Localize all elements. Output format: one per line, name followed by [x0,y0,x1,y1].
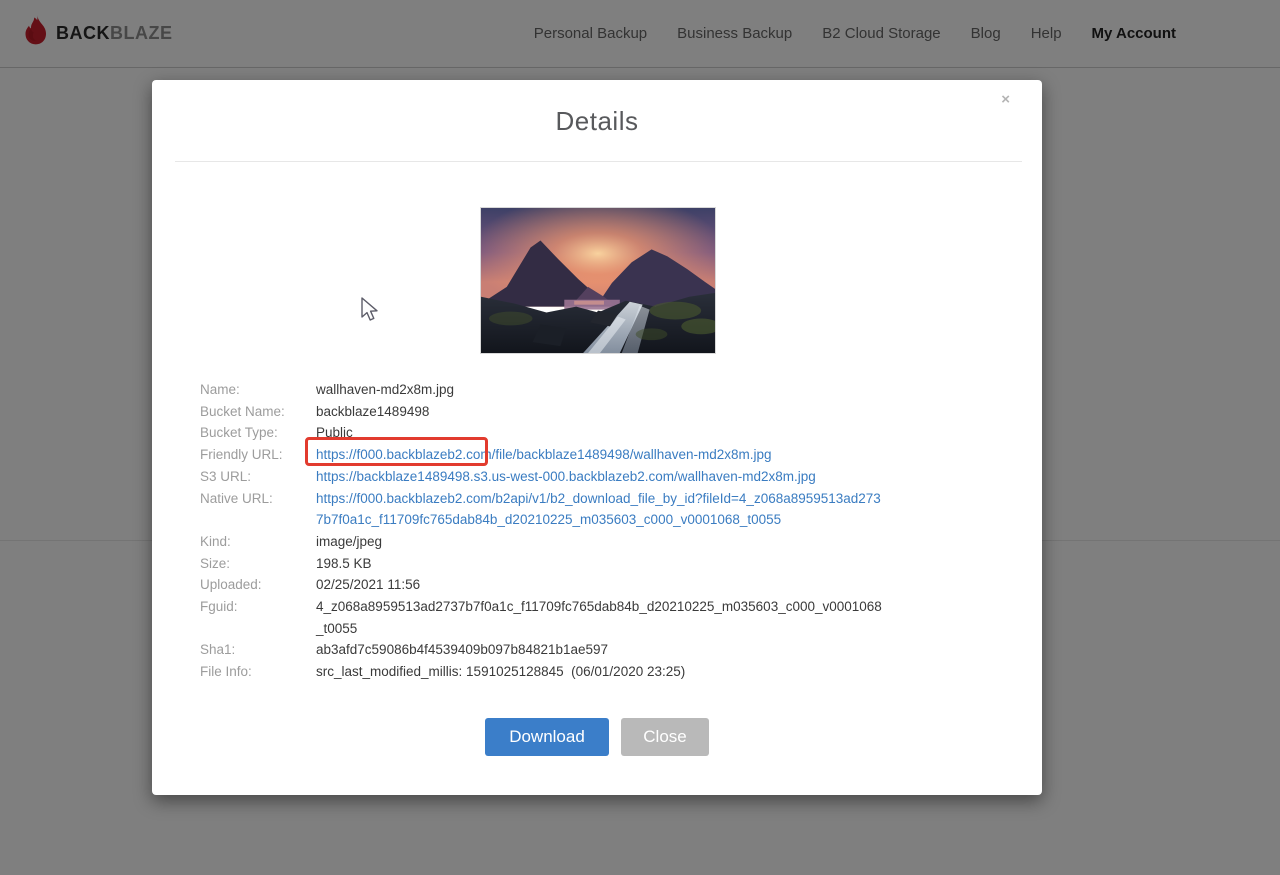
detail-value: Public [316,422,353,444]
file-details-list: Name:wallhaven-md2x8m.jpgBucket Name:bac… [200,379,1000,683]
detail-label: Sha1: [200,639,316,661]
detail-row: Fguid:4_z068a8959513ad2737b7f0a1c_f11709… [200,596,1000,639]
detail-value: https://backblaze1489498.s3.us-west-000.… [316,466,816,488]
download-button[interactable]: Download [485,718,609,756]
detail-label: S3 URL: [200,466,316,488]
detail-label: File Info: [200,661,316,683]
detail-value: ab3afd7c59086b4f4539409b097b84821b1ae597 [316,639,608,661]
detail-value: image/jpeg [316,531,382,553]
modal-title: Details [152,106,1042,137]
detail-label: Fguid: [200,596,316,639]
detail-label: Uploaded: [200,574,316,596]
detail-label: Size: [200,553,316,575]
detail-link[interactable]: https://f000.backblazeb2.com/b2api/v1/b2… [316,491,881,528]
file-details-modal: × Details [152,80,1042,795]
close-button[interactable]: Close [621,718,709,756]
detail-row: Sha1:ab3afd7c59086b4f4539409b097b84821b1… [200,639,1000,661]
detail-link[interactable]: https://backblaze1489498.s3.us-west-000.… [316,469,816,484]
detail-link[interactable]: https://f000.backblazeb2.com/file/backbl… [316,447,772,462]
detail-row: Kind:image/jpeg [200,531,1000,553]
close-icon[interactable]: × [1001,92,1010,107]
detail-label: Kind: [200,531,316,553]
file-thumbnail [480,207,716,354]
detail-label: Native URL: [200,488,316,531]
detail-value: backblaze1489498 [316,401,429,423]
detail-value: 198.5 KB [316,553,372,575]
detail-value: src_last_modified_millis: 1591025128845 … [316,661,685,683]
detail-value: 02/25/2021 11:56 [316,574,420,596]
detail-label: Bucket Name: [200,401,316,423]
modal-actions: Download Close [152,718,1042,756]
detail-row: S3 URL:https://backblaze1489498.s3.us-we… [200,466,1000,488]
title-divider [175,161,1022,162]
detail-row: Bucket Name:backblaze1489498 [200,401,1000,423]
detail-value: https://f000.backblazeb2.com/file/backbl… [316,444,772,466]
detail-label: Friendly URL: [200,444,316,466]
detail-value: wallhaven-md2x8m.jpg [316,379,454,401]
detail-row: Bucket Type:Public [200,422,1000,444]
detail-value: https://f000.backblazeb2.com/b2api/v1/b2… [316,488,888,531]
detail-row: Name:wallhaven-md2x8m.jpg [200,379,1000,401]
detail-label: Name: [200,379,316,401]
detail-row: Friendly URL:https://f000.backblazeb2.co… [200,444,1000,466]
detail-row: Native URL:https://f000.backblazeb2.com/… [200,488,1000,531]
detail-row: File Info:src_last_modified_millis: 1591… [200,661,1000,683]
mouse-cursor [358,296,380,329]
detail-row: Uploaded:02/25/2021 11:56 [200,574,1000,596]
detail-row: Size:198.5 KB [200,553,1000,575]
detail-value: 4_z068a8959513ad2737b7f0a1c_f11709fc765d… [316,596,888,639]
detail-label: Bucket Type: [200,422,316,444]
